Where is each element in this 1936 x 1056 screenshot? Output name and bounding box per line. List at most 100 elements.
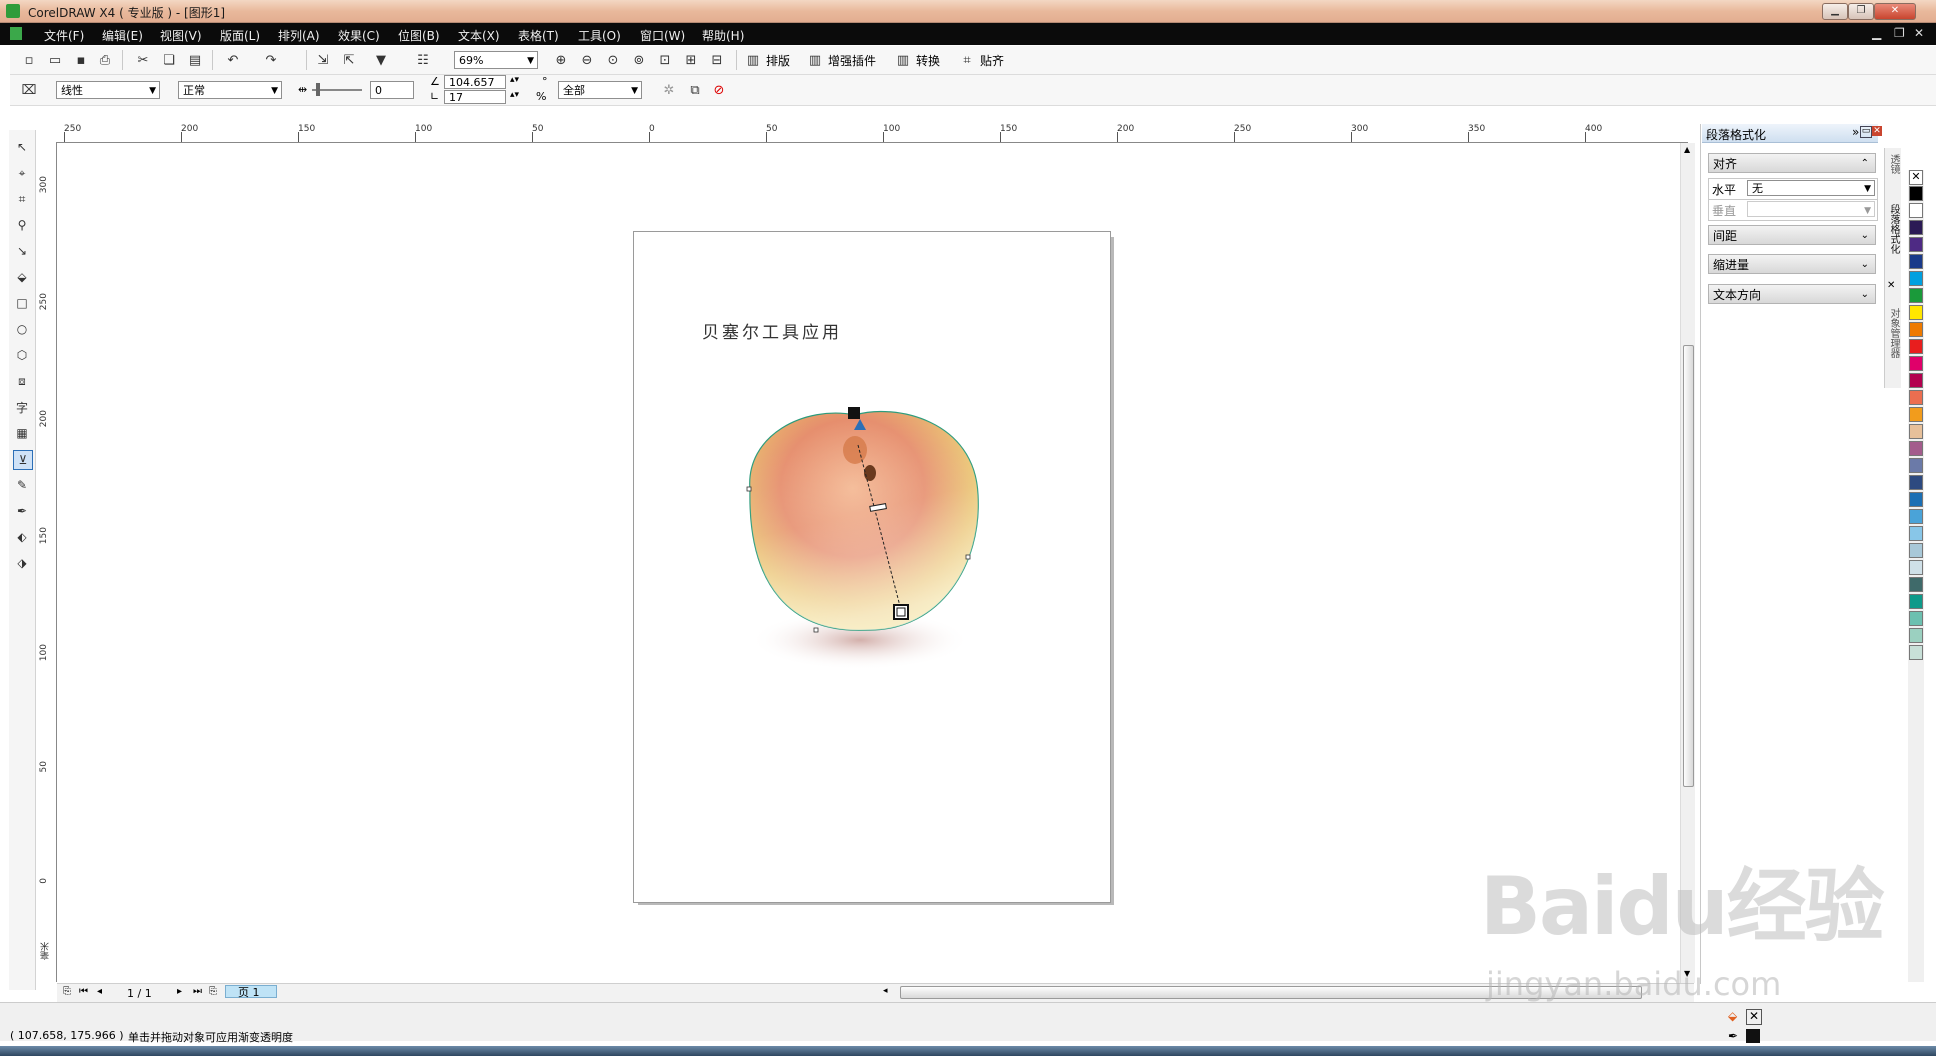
docker-tab-paragraph[interactable]: 段落格式化 [1886,204,1901,254]
snap-icon[interactable]: ⌗ [958,51,976,69]
previous-page-icon[interactable]: ◂ [97,986,102,997]
palette-swatch[interactable] [1909,407,1923,422]
close-button[interactable]: ✕ [1874,3,1916,20]
pick-tool-icon[interactable]: ↖ [13,138,31,156]
palette-swatch[interactable] [1909,645,1923,660]
add-page-after-icon[interactable]: ⎘ [209,986,217,997]
doc-close-button[interactable]: ✕ [1914,26,1924,40]
text-tool-icon[interactable]: 字 [13,398,31,416]
spacing-section-header[interactable]: 间距 ⌄ [1708,225,1876,245]
plugin-icon[interactable]: ▥ [806,51,824,69]
scroll-left-icon[interactable]: ◂ [883,986,888,996]
zoom-tool-icon[interactable]: ⚲ [13,216,31,234]
paste-icon[interactable]: ▤ [186,51,204,69]
redo-icon[interactable]: ↷ [262,51,280,69]
menu-text[interactable]: 文本(X) [458,27,500,44]
import-icon[interactable]: ⇲ [314,51,332,69]
application-launcher-icon[interactable]: ▼ [372,51,390,69]
freeze-icon[interactable]: ✲ [660,81,678,99]
transparency-type-combo[interactable]: 线性 ▼ [56,81,160,99]
layout-icon[interactable]: ▥ [744,51,762,69]
edge-value-field[interactable]: 0 [370,81,414,99]
zoom-level-combo[interactable]: 69% ▼ [454,51,538,69]
menu-tools[interactable]: 工具(O) [578,27,621,44]
transparency-start-handle[interactable] [848,407,860,419]
open-folder-icon[interactable]: ▭ [46,51,64,69]
menu-effects[interactable]: 效果(C) [338,27,380,44]
angle-spinner[interactable]: ▴▾ [510,75,519,85]
polygon-tool-icon[interactable]: ⬡ [13,346,31,364]
undo-icon[interactable]: ↶ [224,51,242,69]
palette-swatch[interactable] [1909,254,1923,269]
zoom-in-icon[interactable]: ⊕ [552,51,570,69]
doc-minimize-button[interactable]: ▁ [1872,26,1881,40]
palette-swatch[interactable] [1909,373,1923,388]
enhance-plugin-button[interactable]: 增强插件 [828,52,876,69]
palette-swatch[interactable] [1909,526,1923,541]
menu-bitmaps[interactable]: 位图(B) [398,27,440,44]
snap-button[interactable]: 贴齐 [980,52,1004,69]
docker-expand-icon[interactable]: » [1852,125,1859,139]
menu-table[interactable]: 表格(T) [518,27,559,44]
palette-swatch[interactable] [1909,475,1923,490]
palette-swatch[interactable] [1909,441,1923,456]
export-icon[interactable]: ⇱ [340,51,358,69]
palette-swatch[interactable] [1909,288,1923,303]
palette-swatch[interactable] [1909,220,1923,235]
palette-swatch[interactable] [1909,543,1923,558]
palette-swatch[interactable] [1909,424,1923,439]
vertical-scroll-thumb[interactable] [1683,345,1694,787]
print-icon[interactable]: ⎙ [96,51,114,69]
align-section-header[interactable]: 对齐 ⌃ [1708,153,1876,173]
vertical-ruler[interactable]: 300 250 200 150 100 50 0 毫米 [38,142,57,982]
maximize-button[interactable]: ❐ [1848,3,1874,20]
convert-button[interactable]: 转换 [916,52,940,69]
zoom-selected-icon[interactable]: ⊙ [604,51,622,69]
interactive-transparency-icon[interactable]: ⊻ [13,450,33,470]
layout-button[interactable]: 排版 [766,52,790,69]
horizontal-ruler[interactable]: 2502001501005005010015020025030035040045… [48,124,1719,143]
outline-pen-icon[interactable]: ✒ [13,502,31,520]
edge-pad-spinner[interactable]: ▴▾ [510,90,519,100]
zoom-page-icon[interactable]: ⊡ [656,51,674,69]
merge-mode-combo[interactable]: 正常 ▼ [178,81,282,99]
save-icon[interactable]: ▪ [72,51,90,69]
menu-edit[interactable]: 编辑(E) [102,27,143,44]
document-heading[interactable]: 贝塞尔工具应用 [702,318,842,343]
next-page-icon[interactable]: ▸ [177,986,182,997]
docker-tab-lens[interactable]: 透镜 [1886,154,1901,174]
zoom-width-icon[interactable]: ⊞ [682,51,700,69]
palette-swatch[interactable] [1909,458,1923,473]
edge-pad-field[interactable]: 17 [444,90,506,104]
node-handle[interactable] [746,486,752,492]
vertical-align-combo[interactable]: ▼ [1747,201,1875,217]
transparency-target-combo[interactable]: 全部 ▼ [558,81,642,99]
zoom-all-icon[interactable]: ⊚ [630,51,648,69]
last-page-icon[interactable]: ⏭ [193,986,202,997]
node-handle[interactable] [813,627,819,633]
page-tab[interactable]: 页 1 [225,985,277,999]
crop-tool-icon[interactable]: ⌗ [13,190,31,208]
shape-tool-icon[interactable]: ⌖ [13,164,31,182]
palette-swatch[interactable] [1909,594,1923,609]
freehand-tool-icon[interactable]: ↘ [13,242,31,260]
menu-file[interactable]: 文件(F) [44,27,84,44]
scroll-up-icon[interactable]: ▲ [1684,145,1690,154]
menu-arrange[interactable]: 排列(A) [278,27,320,44]
horizontal-align-combo[interactable]: 无 ▼ [1747,180,1875,196]
palette-swatch[interactable] [1909,305,1923,320]
clear-transparency-icon[interactable]: ⊘ [710,81,728,99]
palette-swatch[interactable] [1909,203,1923,218]
apple-image[interactable] [720,395,1000,675]
table-tool-icon[interactable]: ▦ [13,424,31,442]
no-color-swatch[interactable]: ✕ [1909,170,1923,185]
docker-close-icon[interactable]: ✕ [1872,126,1882,136]
palette-swatch[interactable] [1909,356,1923,371]
palette-swatch[interactable] [1909,390,1923,405]
doc-restore-button[interactable]: ❐ [1894,26,1905,40]
text-direction-section-header[interactable]: 文本方向 ⌄ [1708,284,1876,304]
docker-tab-close-icon[interactable]: ✕ [1887,280,1895,291]
palette-swatch[interactable] [1909,186,1923,201]
palette-swatch[interactable] [1909,611,1923,626]
copy-transparency-icon[interactable]: ⧉ [686,81,704,99]
